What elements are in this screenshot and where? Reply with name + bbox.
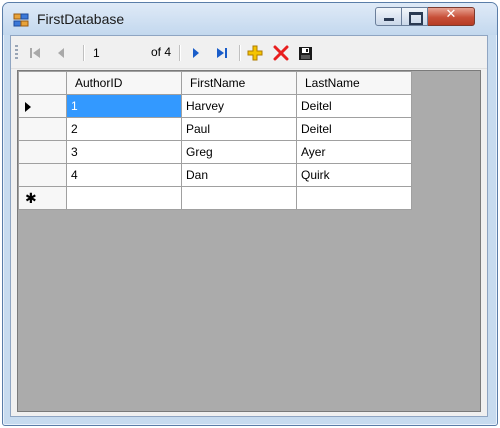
toolbar-grip[interactable] [15, 45, 18, 61]
column-header-firstname[interactable]: FirstName [181, 71, 297, 95]
save-button[interactable] [295, 43, 315, 63]
grid-cell[interactable]: Harvey [181, 94, 297, 118]
grid-cell[interactable]: Ayer [296, 140, 412, 164]
toolbar-separator [239, 45, 240, 61]
toolbar-separator [83, 45, 84, 61]
grid-cell[interactable] [296, 186, 412, 210]
row-header[interactable] [18, 140, 67, 164]
current-row-arrow-icon [25, 101, 31, 112]
authors-grid: AuthorID FirstName LastName 1 Harvey Dei… [18, 71, 412, 210]
move-last-button[interactable] [212, 43, 232, 63]
table-row: 2 Paul Deitel [18, 117, 412, 141]
row-header[interactable] [18, 163, 67, 187]
move-previous-button[interactable] [51, 43, 71, 63]
binding-navigator: 1 of 4 [11, 36, 487, 69]
column-header-authorid[interactable]: AuthorID [66, 71, 182, 95]
row-header[interactable]: ✱ [18, 186, 67, 210]
minimize-button[interactable] [375, 7, 402, 26]
save-icon [298, 46, 312, 60]
move-next-icon [193, 48, 199, 58]
grid-cell[interactable] [66, 186, 182, 210]
add-new-icon [247, 45, 263, 61]
caption-buttons: ✕ [375, 7, 487, 26]
grid-cell[interactable]: 4 [66, 163, 182, 187]
close-icon: ✕ [445, 7, 457, 22]
new-row-asterisk-icon: ✱ [25, 189, 37, 206]
grid-cell[interactable]: Paul [181, 117, 297, 141]
title-bar[interactable]: FirstDatabase ✕ [3, 3, 497, 35]
grid-cell[interactable] [181, 186, 297, 210]
grid-cell[interactable]: Dan [181, 163, 297, 187]
grid-cell[interactable]: 3 [66, 140, 182, 164]
move-first-button[interactable] [25, 43, 45, 63]
close-button[interactable]: ✕ [428, 7, 475, 26]
delete-icon [273, 45, 289, 61]
app-form-icon [13, 13, 29, 27]
move-first-icon [30, 48, 40, 58]
maximize-button[interactable] [402, 7, 428, 26]
minimize-icon [384, 18, 394, 21]
table-row: 3 Greg Ayer [18, 140, 412, 164]
data-grid-view[interactable]: AuthorID FirstName LastName 1 Harvey Dei… [17, 70, 481, 412]
form-client-area: 1 of 4 AuthorID FirstName LastName 1 Har… [10, 35, 488, 417]
maximize-icon [409, 12, 423, 25]
row-header[interactable] [18, 117, 67, 141]
grid-cell[interactable]: Deitel [296, 94, 412, 118]
toolbar-separator [179, 45, 180, 61]
record-count-label: of 4 [151, 45, 172, 59]
grid-cell[interactable]: Greg [181, 140, 297, 164]
grid-cell[interactable]: Deitel [296, 117, 412, 141]
app-window: FirstDatabase ✕ 1 of 4 AuthorID FirstNam… [2, 2, 498, 426]
delete-button[interactable] [271, 43, 291, 63]
move-previous-icon [58, 48, 64, 58]
column-header-lastname[interactable]: LastName [296, 71, 412, 95]
window-title: FirstDatabase [37, 11, 125, 27]
row-header[interactable] [18, 94, 67, 118]
add-new-button[interactable] [245, 43, 265, 63]
grid-cell[interactable]: Quirk [296, 163, 412, 187]
table-row: 1 Harvey Deitel [18, 94, 412, 118]
move-last-icon [217, 48, 227, 58]
move-next-button[interactable] [186, 43, 206, 63]
table-row: 4 Dan Quirk [18, 163, 412, 187]
grid-cell[interactable]: 2 [66, 117, 182, 141]
position-input[interactable]: 1 [91, 44, 147, 62]
header-row: AuthorID FirstName LastName [18, 71, 412, 95]
grid-cell[interactable]: 1 [66, 94, 182, 118]
grid-corner-header[interactable] [18, 71, 67, 95]
new-row: ✱ [18, 186, 412, 210]
